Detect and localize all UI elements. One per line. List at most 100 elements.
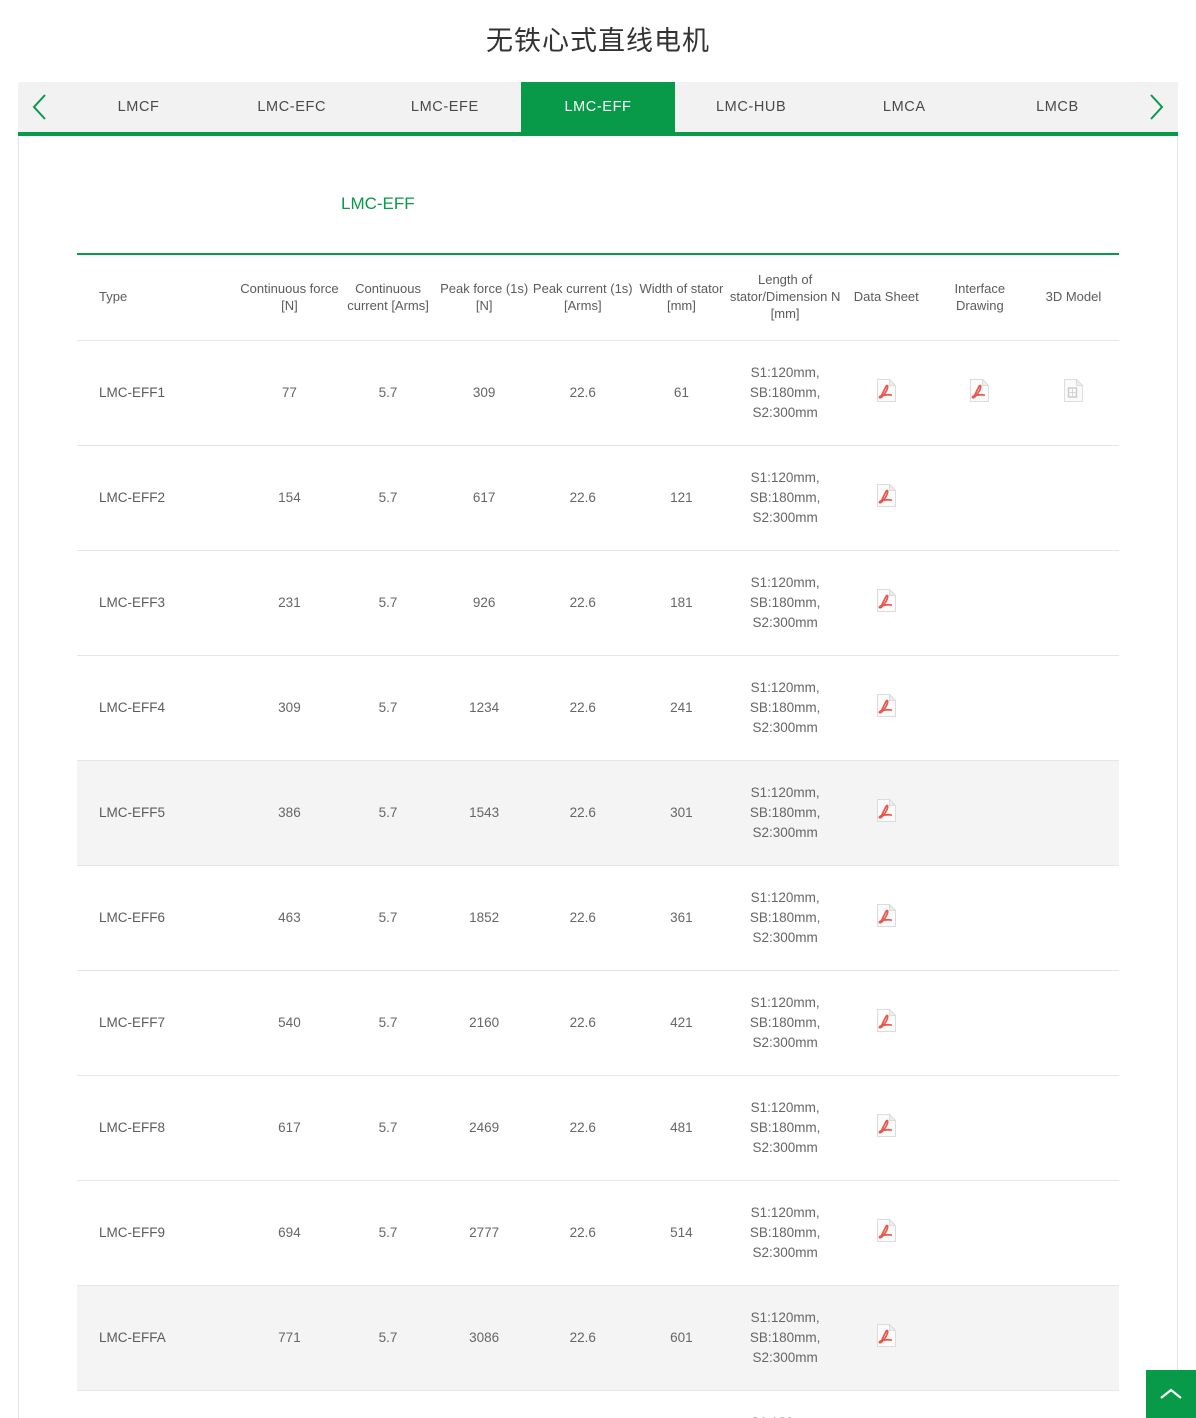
- table-row: LMC-EFF8 617 5.7 2469 22.6 481 S1:120mm, SB:18…: [77, 1075, 1119, 1181]
- cell-data-sheet: [840, 760, 932, 866]
- cell-interface-drawing: [931, 760, 1028, 866]
- cell-data-sheet: [840, 655, 932, 761]
- cell-3d-model: [1027, 1285, 1119, 1391]
- cell-length-of-stator: S1:120mm, SB:180mm, S2:300mm: [729, 1390, 841, 1418]
- cell-3d-model: [1027, 760, 1119, 866]
- th-peak-current: Peak current (1s) [Arms]: [532, 254, 634, 341]
- tab-lmcf[interactable]: LMCF: [62, 82, 215, 132]
- tab-next-arrow[interactable]: [1134, 82, 1178, 132]
- cell-peak-current: 22.6: [532, 445, 634, 551]
- cell-continuous-current: 5.7: [340, 865, 437, 971]
- cell-data-sheet: [840, 445, 932, 551]
- tab-lmca[interactable]: LMCA: [828, 82, 981, 132]
- cell-length-of-stator: S1:120mm, SB:180mm, S2:300mm: [729, 655, 841, 761]
- table-row: LMC-EFF5 386 5.7 1543 22.6 301 S1:120mm, SB:18…: [77, 760, 1119, 866]
- cell-peak-force: 2469: [436, 1075, 533, 1181]
- tab-prev-arrow[interactable]: [18, 82, 62, 132]
- tab-lmcb[interactable]: LMCB: [981, 82, 1134, 132]
- cell-interface-drawing: [931, 970, 1028, 1076]
- cell-width-of-stator: 661: [633, 1390, 730, 1418]
- cell-data-sheet: [840, 550, 932, 656]
- cell-3d-model: [1027, 1180, 1119, 1286]
- cell-peak-current: 22.6: [532, 1075, 634, 1181]
- cell-continuous-current: 5.7: [340, 1180, 437, 1286]
- cell-continuous-force: 231: [238, 550, 341, 656]
- tab-lmc-hub[interactable]: LMC-HUB: [675, 82, 828, 132]
- cell-interface-drawing: [931, 1285, 1028, 1391]
- page-title: 无铁心式直线电机: [486, 26, 710, 56]
- cell-continuous-force: 771: [238, 1285, 341, 1391]
- pdf-icon[interactable]: [876, 1007, 897, 1033]
- cell-peak-force: 2160: [436, 970, 533, 1076]
- pdf-icon[interactable]: [876, 482, 897, 508]
- pdf-icon[interactable]: [876, 692, 897, 718]
- cell-continuous-force: 617: [238, 1075, 341, 1181]
- cell-interface-drawing: [931, 550, 1028, 656]
- cell-continuous-current: 5.7: [340, 340, 437, 446]
- tab-lmc-efe[interactable]: LMC-EFE: [368, 82, 521, 132]
- table-row: LMC-EFFB8495.7339422.6661S1:120mm, SB:18…: [77, 1390, 1119, 1418]
- cell-width-of-stator: 121: [633, 445, 730, 551]
- pdf-icon[interactable]: [876, 902, 897, 928]
- cell-peak-current: 22.6: [532, 1180, 634, 1286]
- pdf-icon[interactable]: [876, 1217, 897, 1243]
- cell-width-of-stator: 481: [633, 1075, 730, 1181]
- cell-width-of-stator: 361: [633, 865, 730, 971]
- cell-continuous-current: 5.7: [340, 760, 437, 866]
- table-row: LMC-EFF2 154 5.7 617 22.6 121 S1:120mm, SB:180…: [77, 445, 1119, 551]
- tab-label: LMCA: [882, 99, 926, 115]
- cell-length-of-stator: S1:120mm, SB:180mm, S2:300mm: [729, 760, 841, 866]
- tab-lmc-eff[interactable]: LMC-EFF: [521, 82, 675, 132]
- cell-data-sheet: [840, 1075, 932, 1181]
- cell-peak-force: 2777: [436, 1180, 533, 1286]
- tab-lmc-efc[interactable]: LMC-EFC: [215, 82, 368, 132]
- cell-data-sheet: [840, 1285, 932, 1391]
- th-continuous-force: Continuous force [N]: [238, 254, 341, 341]
- table-row: LMC-EFF7 540 5.7 2160 22.6 421 S1:120mm, SB:18…: [77, 970, 1119, 1076]
- cell-interface-drawing: [931, 1390, 1028, 1418]
- cell-3d-model: [1027, 340, 1119, 446]
- pdf-icon[interactable]: [876, 587, 897, 613]
- cell-continuous-current: 5.7: [340, 1285, 437, 1391]
- cell-continuous-force: 77: [238, 340, 341, 446]
- cell-type: LMC-EFF6: [77, 865, 239, 971]
- document-icon[interactable]: [1063, 377, 1084, 403]
- th-interface-drawing: Interface Drawing: [931, 254, 1028, 341]
- back-to-top-button[interactable]: [1146, 1370, 1196, 1418]
- tab-label: LMC-HUB: [716, 99, 787, 115]
- cell-interface-drawing: [931, 445, 1028, 551]
- tab-label: LMC-EFC: [257, 99, 327, 115]
- chevron-up-icon: [1158, 1386, 1184, 1402]
- section-title: LMC-EFF: [341, 194, 415, 213]
- tab-label: LMCF: [117, 99, 160, 115]
- cell-width-of-stator: 514: [633, 1180, 730, 1286]
- cell-peak-force: 1234: [436, 655, 533, 761]
- cell-type: LMC-EFF5: [77, 760, 239, 866]
- cell-type: LMC-EFF8: [77, 1075, 239, 1181]
- pdf-icon[interactable]: [876, 1112, 897, 1138]
- cell-continuous-current: 5.7: [340, 1075, 437, 1181]
- cell-peak-force: 617: [436, 445, 533, 551]
- cell-continuous-current: 5.7: [340, 655, 437, 761]
- cell-peak-force: 3086: [436, 1285, 533, 1391]
- cell-3d-model: [1027, 865, 1119, 971]
- th-length-of-stator: Length of stator/Dimension N [mm]: [729, 254, 841, 341]
- spec-table-wrapper: Type Continuous force [N] Continuous cur…: [77, 253, 1119, 1418]
- pdf-icon[interactable]: [876, 377, 897, 403]
- cell-3d-model: [1027, 550, 1119, 656]
- chevron-left-icon: [29, 92, 51, 122]
- cell-type: LMC-EFF7: [77, 970, 239, 1076]
- cell-interface-drawing: [931, 1180, 1028, 1286]
- cell-peak-current: 22.6: [532, 655, 634, 761]
- th-3d-model: 3D Model: [1027, 254, 1119, 341]
- cell-3d-model: [1027, 970, 1119, 1076]
- th-type: Type: [77, 254, 239, 341]
- cell-length-of-stator: S1:120mm, SB:180mm, S2:300mm: [729, 550, 841, 656]
- pdf-icon[interactable]: [969, 377, 991, 403]
- th-continuous-current: Continuous current [Arms]: [340, 254, 437, 341]
- cell-width-of-stator: 61: [633, 340, 730, 446]
- pdf-icon[interactable]: [876, 1322, 897, 1348]
- tab-bar: LMCF LMC-EFC LMC-EFE LMC-EFF LMC-HUB LMC…: [18, 82, 1178, 136]
- pdf-icon[interactable]: [876, 797, 897, 823]
- cell-length-of-stator: S1:120mm, SB:180mm, S2:300mm: [729, 1180, 841, 1286]
